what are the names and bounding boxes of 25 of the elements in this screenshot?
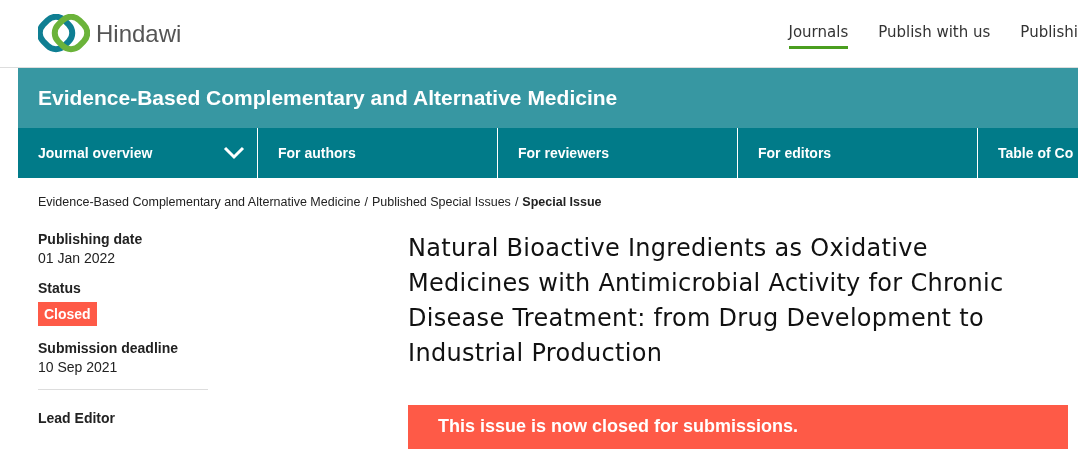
nav-link[interactable]: Journals xyxy=(788,18,849,49)
journal-tab[interactable]: For reviewers xyxy=(498,128,738,178)
breadcrumb-link[interactable]: Evidence-Based Complementary and Alternative Medicine xyxy=(38,195,361,209)
nav-link[interactable]: Publishi xyxy=(1020,18,1078,49)
issue-title: Natural Bioactive Ingredients as Oxidative Medicines with Antimicrobial Activity for Chronic Disease Treatment: from Drug Development to Industrial Production xyxy=(408,233,1005,369)
breadcrumb-separator: / xyxy=(514,195,519,209)
field-label: Submission deadline xyxy=(38,340,180,356)
nav-link[interactable]: Publish with us xyxy=(878,18,991,49)
field-value: 10 Sep 2021 xyxy=(38,359,119,375)
journal-tab[interactable]: For editors xyxy=(738,128,978,178)
journal-tab[interactable]: Journal overview xyxy=(18,128,258,178)
journal-tab[interactable]: For authors xyxy=(258,128,498,178)
status-badge: Closed xyxy=(38,302,97,326)
breadcrumb-separator: / xyxy=(364,195,368,209)
field-value: 01 Jan 2022 xyxy=(38,250,117,266)
brand-name[interactable]: Hindawi xyxy=(96,19,182,48)
field-label: Publishing date xyxy=(38,231,144,247)
journal-tab[interactable]: Table of Co xyxy=(978,128,1078,178)
field-label: Status xyxy=(38,280,82,296)
rings-logo-icon[interactable] xyxy=(38,13,90,54)
breadcrumb-link[interactable]: Published Special Issues xyxy=(371,195,511,209)
closed-notice: This issue is now closed for submissions. xyxy=(408,405,1068,449)
chevron-icon xyxy=(223,146,245,160)
breadcrumb-link[interactable]: Special Issue xyxy=(522,195,602,209)
field-label: Lead Editor xyxy=(38,410,116,426)
